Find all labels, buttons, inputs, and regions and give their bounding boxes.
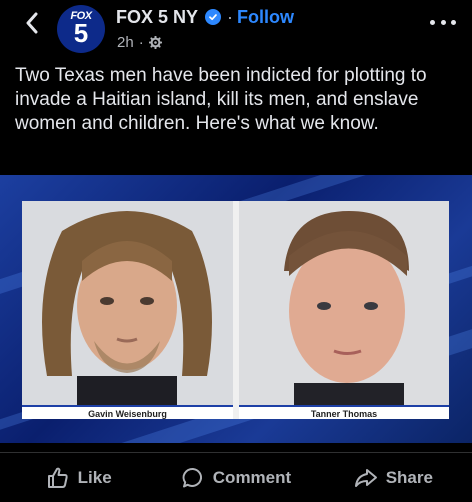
share-button[interactable]: Share (315, 453, 472, 502)
like-label: Like (77, 467, 112, 487)
post-header: FOX 5 FOX 5 NY · Follow 2h · (0, 0, 472, 60)
back-button[interactable] (18, 8, 46, 38)
verified-badge-icon (205, 9, 222, 25)
mugshot-left (22, 201, 233, 413)
caption-left: Gavin Weisenburg (22, 405, 233, 419)
page-avatar[interactable]: FOX 5 (57, 5, 105, 53)
like-button[interactable]: Like (0, 453, 157, 502)
meta-separator: · (138, 33, 144, 51)
page-name[interactable]: FOX 5 NY (116, 7, 198, 28)
mugshot-right-image (239, 201, 449, 413)
action-bar: Like Comment Share (0, 452, 472, 502)
mugshot-right (239, 201, 449, 413)
comment-label: Comment (212, 467, 292, 487)
chevron-left-icon (26, 12, 38, 34)
more-options-button[interactable] (430, 16, 456, 28)
logo-number: 5 (73, 18, 89, 48)
caption-right: Tanner Thomas (239, 405, 449, 419)
name-row: FOX 5 NY · Follow (116, 6, 294, 28)
more-horizontal-icon (430, 19, 435, 25)
post-time[interactable]: 2h (117, 34, 134, 51)
comment-button[interactable]: Comment (157, 453, 314, 502)
thumbs-up-icon (47, 467, 68, 488)
post-text: Two Texas men have been indicted for plo… (15, 65, 427, 134)
gear-icon (148, 35, 162, 49)
follow-button[interactable]: Follow (237, 7, 294, 28)
share-icon (354, 468, 377, 487)
comment-icon (182, 467, 202, 487)
name-separator: · (227, 6, 234, 27)
share-label: Share (385, 467, 433, 487)
image-divider (233, 201, 239, 419)
post-image[interactable]: Gavin Weisenburg Tanner Thomas (0, 175, 472, 443)
mugshot-left-image (22, 201, 233, 413)
post-meta: 2h · (117, 33, 162, 51)
